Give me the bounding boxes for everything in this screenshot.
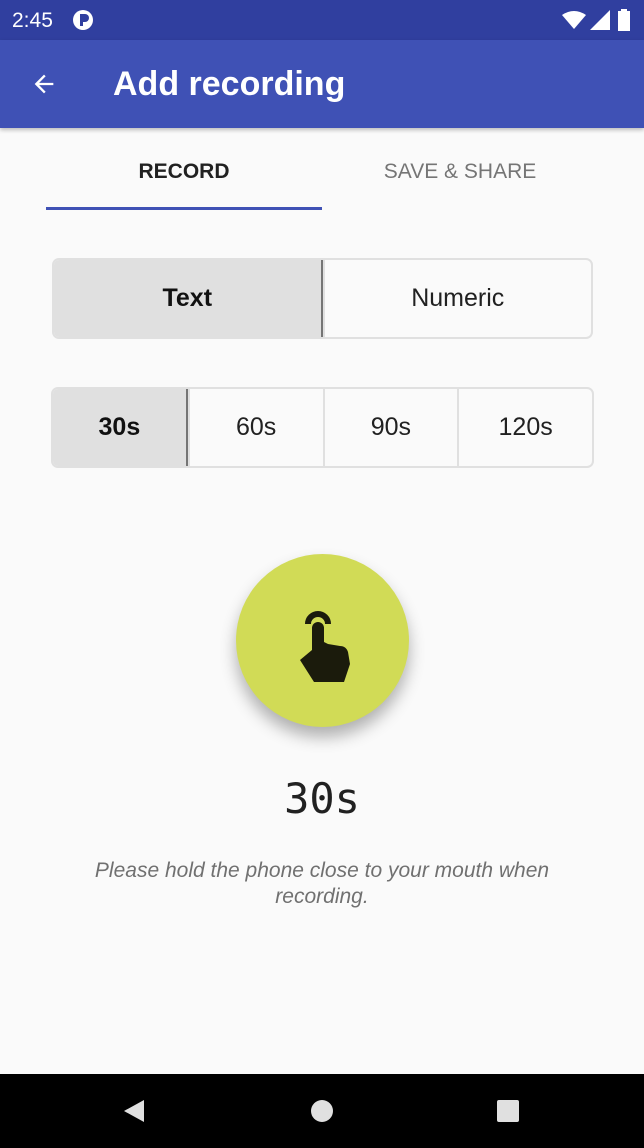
nav-back-icon[interactable] — [118, 1094, 152, 1128]
duration-90s-button[interactable]: 90s — [322, 389, 458, 466]
arrow-back-icon — [34, 74, 54, 94]
navigation-bar — [0, 1074, 644, 1148]
tab-bar: RECORD SAVE & SHARE — [46, 128, 598, 212]
tab-indicator — [46, 207, 322, 210]
nav-home-icon[interactable] — [305, 1094, 339, 1128]
duration-30s-button[interactable]: 30s — [53, 389, 188, 466]
back-button[interactable] — [22, 62, 66, 106]
nav-recents-icon[interactable] — [491, 1094, 525, 1128]
wifi-icon — [562, 11, 586, 29]
type-numeric-button[interactable]: Numeric — [322, 260, 592, 337]
duration-120s-button[interactable]: 120s — [457, 389, 592, 466]
status-time: 2:45 — [12, 9, 53, 32]
countdown-timer: 30s — [284, 774, 360, 823]
app-bar: Add recording — [0, 40, 644, 128]
type-text-button[interactable]: Text — [54, 260, 323, 337]
app-notification-icon — [73, 10, 93, 30]
recording-type-toggle: Text Numeric — [52, 258, 593, 339]
recording-hint: Please hold the phone close to your mout… — [94, 859, 550, 908]
page-title: Add recording — [113, 65, 346, 103]
duration-toggle: 30s 60s 90s 120s — [51, 387, 594, 468]
status-bar: 2:45 — [0, 0, 644, 40]
record-button[interactable] — [236, 554, 409, 727]
tab-record[interactable]: RECORD — [46, 128, 322, 212]
battery-icon — [618, 9, 630, 31]
tab-save-share[interactable]: SAVE & SHARE — [322, 128, 598, 212]
duration-60s-button[interactable]: 60s — [187, 389, 323, 466]
signal-icon — [590, 10, 610, 30]
touch-hand-icon — [300, 611, 350, 682]
